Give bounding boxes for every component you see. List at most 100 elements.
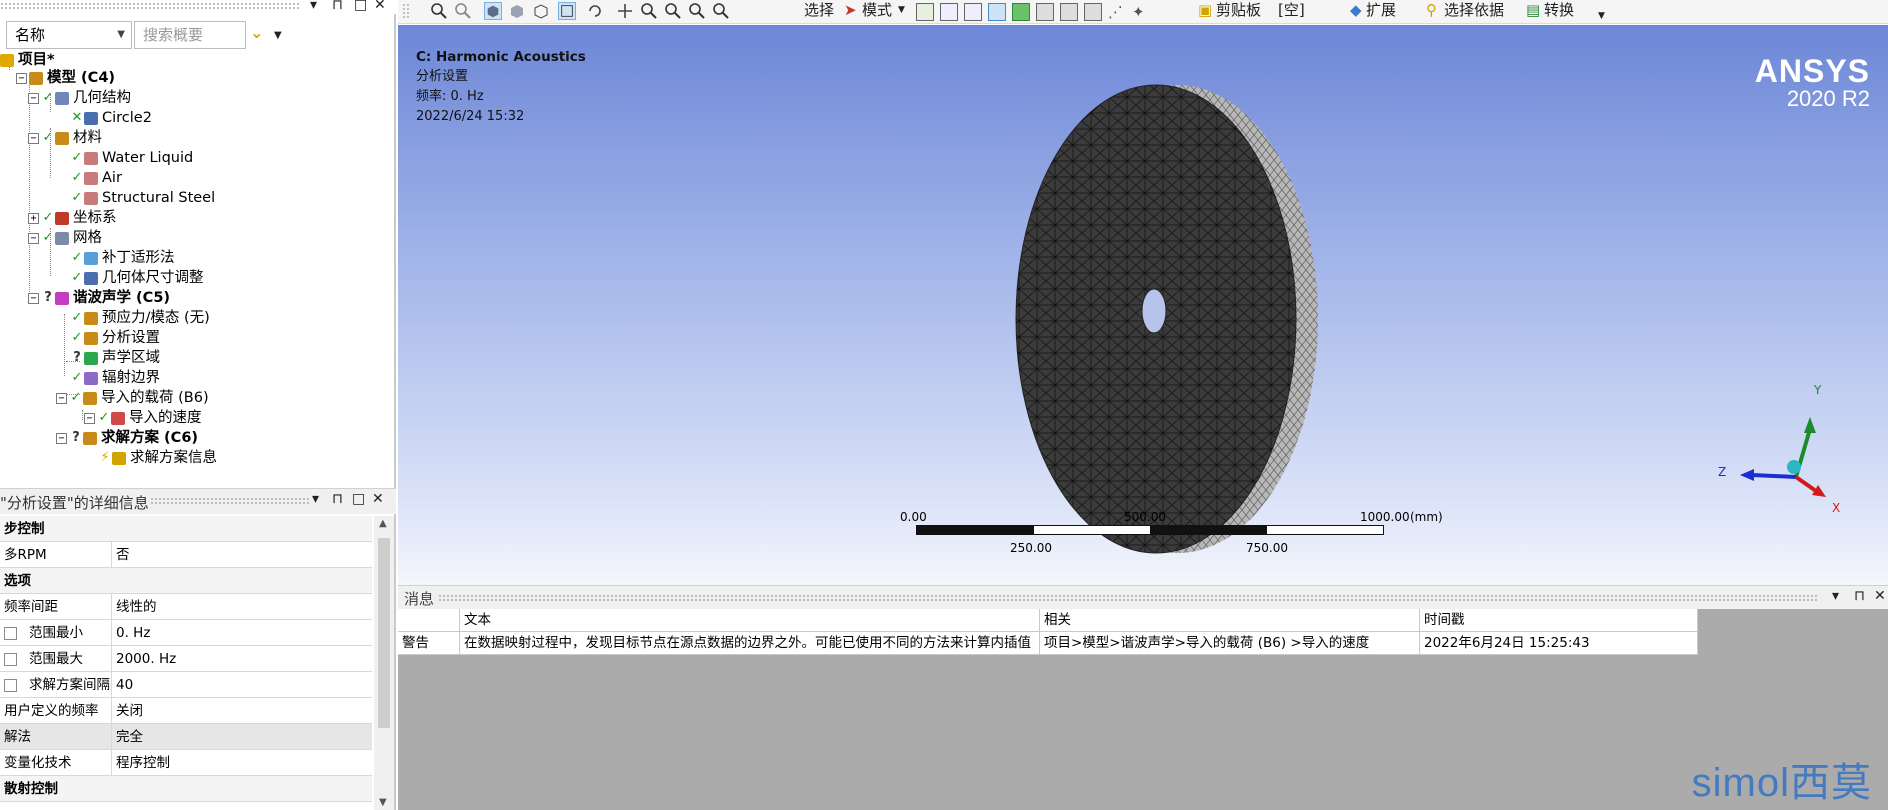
details-row[interactable]: 用户定义的频率 关闭 xyxy=(0,698,372,724)
sparkle-icon[interactable]: ✦ xyxy=(1132,3,1150,21)
tree-node[interactable]: − ✓ 导入的载荷 (B6) xyxy=(56,388,209,408)
details-scrollbar[interactable]: ▲ ▼ xyxy=(374,516,394,810)
body-filter-icon[interactable] xyxy=(988,3,1006,21)
tree-node[interactable]: ? 声学区域 xyxy=(70,348,160,368)
tree-node[interactable]: ⚡ 求解方案信息 xyxy=(98,448,217,468)
tree-node[interactable]: ✓ 辐射边界 xyxy=(70,368,160,388)
zoom-icon[interactable] xyxy=(640,2,658,20)
parameter-checkbox[interactable] xyxy=(4,652,17,666)
details-value[interactable]: 完全 xyxy=(116,724,143,750)
message-type[interactable]: 警告 xyxy=(398,632,460,655)
zoom-in-icon[interactable] xyxy=(430,2,448,20)
node-filter-icon[interactable] xyxy=(1012,3,1030,21)
zoom-out-icon[interactable] xyxy=(454,2,472,20)
tree-node[interactable]: ✓ 预应力/模态 (无) xyxy=(70,308,210,328)
details-value[interactable]: 关闭 xyxy=(116,698,143,724)
close-icon[interactable]: ✕ xyxy=(1874,588,1886,604)
tree-node[interactable]: ✓ 分析设置 xyxy=(70,328,160,348)
collapse-icon[interactable]: − xyxy=(28,292,39,304)
element-face-filter-icon[interactable] xyxy=(1036,3,1054,21)
collapse-icon[interactable]: − xyxy=(28,232,39,244)
tree-node[interactable]: 项目* xyxy=(0,50,55,70)
tree-node[interactable]: ✓ Structural Steel xyxy=(70,188,216,208)
scroll-down-icon[interactable]: ▼ xyxy=(379,797,387,808)
tree-node[interactable]: − ✓ 材料 xyxy=(28,128,102,148)
tree-node[interactable]: − 模型 (C4) xyxy=(16,68,115,88)
collapse-icon[interactable]: − xyxy=(28,132,39,144)
grip-dots[interactable] xyxy=(438,594,1818,602)
tree-node[interactable]: ✕ Circle2 xyxy=(70,108,152,128)
maximize-icon[interactable]: □ xyxy=(354,0,367,13)
pin-icon[interactable]: ⊓ xyxy=(332,491,343,507)
details-value[interactable]: 0. Hz xyxy=(116,620,150,646)
expand-icon[interactable]: + xyxy=(28,212,39,224)
pin-icon[interactable]: ⊓ xyxy=(1854,588,1865,604)
tree-node[interactable]: − ✓ 网格 xyxy=(28,228,102,248)
close-icon[interactable]: ✕ xyxy=(372,491,384,507)
details-value[interactable]: 40 xyxy=(116,672,133,698)
scroll-up-icon[interactable]: ▲ xyxy=(379,518,387,529)
scrollbar-thumb[interactable] xyxy=(378,538,390,728)
tree-node[interactable]: − ✓ 几何结构 xyxy=(28,88,131,108)
collapse-icon[interactable]: − xyxy=(56,392,67,404)
details-value[interactable]: 程序控制 xyxy=(116,750,170,776)
tree-node[interactable]: − ✓ 导入的速度 xyxy=(84,408,202,428)
face-filter-icon[interactable] xyxy=(964,3,982,21)
edge-filter-icon[interactable] xyxy=(940,3,958,21)
maximize-icon[interactable]: □ xyxy=(352,491,365,507)
zoom-all-icon[interactable] xyxy=(712,2,730,20)
tree-node[interactable]: ✓ Air xyxy=(70,168,122,188)
details-value[interactable]: 否 xyxy=(116,542,130,568)
close-icon[interactable]: ✕ xyxy=(374,0,386,13)
extend-button[interactable]: 扩展 xyxy=(1366,0,1396,22)
grip-dots[interactable] xyxy=(150,497,310,505)
edge-select-icon[interactable] xyxy=(532,2,550,20)
element-filter-icon[interactable] xyxy=(1060,3,1078,21)
tree-node[interactable]: −? 求解方案 (C6) xyxy=(56,428,198,448)
grip-dots[interactable] xyxy=(402,3,410,19)
chevron-filter-icon[interactable]: ⌄ xyxy=(250,23,263,42)
tree-node[interactable]: −? 谐波声学 (C5) xyxy=(28,288,170,308)
select-button[interactable]: 选择 xyxy=(804,0,834,22)
select-by-button[interactable]: 选择依据 xyxy=(1444,0,1504,22)
disk-mesh-model[interactable] xyxy=(398,25,1888,585)
mode-button[interactable]: 模式 xyxy=(862,0,892,22)
graphics-viewport[interactable]: C: Harmonic Acoustics 分析设置 频率: 0. Hz 202… xyxy=(398,25,1888,585)
vertex-filter-icon[interactable] xyxy=(916,3,934,21)
collapse-icon[interactable]: − xyxy=(84,412,95,424)
parameter-checkbox[interactable] xyxy=(4,678,17,692)
column-header-timestamp[interactable]: 时间戳 xyxy=(1420,609,1698,632)
dropdown-icon[interactable]: ▾ xyxy=(312,491,319,507)
name-combo[interactable]: 名称 ▼ xyxy=(6,21,132,49)
details-value[interactable]: 线性的 xyxy=(116,594,157,620)
face-select-icon[interactable] xyxy=(508,2,526,20)
dropdown-icon[interactable]: ▾ xyxy=(310,0,317,13)
tree-node[interactable]: ✓ Water Liquid xyxy=(70,148,194,168)
tree-node[interactable]: + ✓ 坐标系 xyxy=(28,208,117,228)
parameter-checkbox[interactable] xyxy=(4,626,17,640)
collapse-icon[interactable]: − xyxy=(28,92,39,104)
details-row[interactable]: 解法 完全 xyxy=(0,724,372,750)
details-row[interactable]: 变量化技术 程序控制 xyxy=(0,750,372,776)
empty-button[interactable]: [空] xyxy=(1278,0,1305,22)
column-header-text[interactable]: 文本 xyxy=(460,609,1040,632)
message-related[interactable]: 项目>模型>谐波声学>导入的载荷 (B6) >导入的速度 xyxy=(1040,632,1420,655)
rotate-icon[interactable] xyxy=(586,2,604,20)
collapse-icon[interactable]: − xyxy=(56,432,67,444)
message-time[interactable]: 2022年6月24日 15:25:43 xyxy=(1420,632,1698,655)
zoom-fit-icon[interactable] xyxy=(688,2,706,20)
tree-node[interactable]: ✓ 补丁适形法 xyxy=(70,248,175,268)
message-text[interactable]: 在数据映射过程中，发现目标节点在源点数据的边界之外。可能已使用不同的方法来计算内… xyxy=(460,632,1040,655)
convert-button[interactable]: 转换 xyxy=(1544,0,1574,22)
details-row[interactable]: 求解方案间隔 40 xyxy=(0,672,372,698)
grip-dots[interactable] xyxy=(0,2,300,10)
filter-dropdown-icon[interactable]: ▼ xyxy=(274,30,282,41)
column-header-related[interactable]: 相关 xyxy=(1040,609,1420,632)
extend-icon[interactable]: ⋰ xyxy=(1108,3,1126,21)
mesh-filter-icon[interactable] xyxy=(1084,3,1102,21)
body-select-icon[interactable] xyxy=(484,2,502,20)
tree-node[interactable]: ✓ 几何体尺寸调整 xyxy=(70,268,204,288)
clipboard-button[interactable]: 剪贴板 xyxy=(1216,0,1261,22)
details-row[interactable]: 多RPM 否 xyxy=(0,542,372,568)
pin-icon[interactable]: ⊓ xyxy=(332,0,343,13)
